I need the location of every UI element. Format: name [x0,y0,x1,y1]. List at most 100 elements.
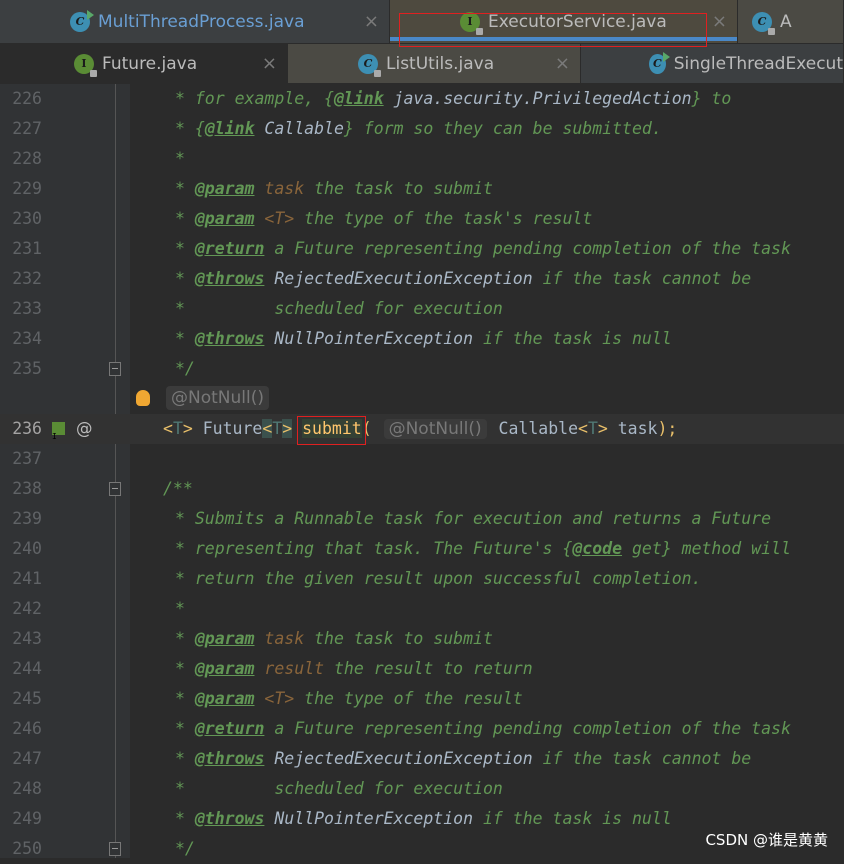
code-line: 233 * scheduled for execution [0,294,844,324]
code-text: * @param task the task to submit [175,624,493,654]
token: NullPointerException [264,809,474,828]
close-icon[interactable]: × [364,11,379,32]
line-number: 248 [12,779,42,798]
token: T [172,419,183,438]
watermark: CSDN @谁是黄黄 [705,831,828,849]
tab-multithreadprocess-java[interactable]: C MultiThreadProcess.java × [0,0,390,43]
token: /** [163,479,193,498]
token: * [175,239,195,258]
code-text: * @throws RejectedExecutionException if … [175,264,751,294]
line-number: 247 [12,749,42,768]
tab-label: MultiThreadProcess.java [98,11,305,32]
tab-label: A [780,11,792,32]
lightbulb-icon[interactable] [136,390,150,406]
line-number: 237 [12,449,42,468]
token: * return the given result upon successfu… [175,569,702,588]
code-line: 238 /** [0,474,844,504]
fold-marker-icon[interactable] [109,842,121,856]
lock-icon [768,27,775,35]
line-number: 245 [12,689,42,708]
token: the task to submit [304,629,493,648]
code-text: * scheduled for execution [175,294,503,324]
token: < [163,419,173,438]
tab-label: ListUtils.java [386,53,495,74]
class-run-icon: C [70,9,94,32]
code-text: * @param <T> the type of the task's resu… [175,204,592,234]
implemented-interface-gutter-icon[interactable]: I [52,422,65,441]
code-line: 231 * @return a Future representing pendi… [0,234,844,264]
token: Callable [254,119,344,138]
token: */ [175,359,195,378]
code-line: 239 * Submits a Runnable task for executi… [0,504,844,534]
token: the task to submit [304,179,493,198]
fold-marker-icon[interactable] [109,362,121,376]
token: * [175,689,195,708]
code-text: * @throws NullPointerException if the ta… [175,324,672,354]
token: task [254,179,305,198]
close-icon[interactable]: × [555,53,570,74]
token: T [272,419,283,438]
line-number: 230 [12,209,42,228]
token: * [175,809,195,828]
line-number: 234 [12,329,42,348]
code-text: * [175,144,185,174]
tab-future-java[interactable]: I Future.java × [0,44,288,83]
code-line: 240 * representing that task. The Future'… [0,534,844,564]
token: a Future representing pending completion… [264,239,791,258]
close-icon[interactable]: × [712,11,727,32]
tab-listutils-java[interactable]: C ListUtils.java × [288,44,581,83]
token: > [282,419,293,438]
fold-marker-icon[interactable] [109,482,121,496]
token: * [175,599,185,618]
tab-singlethreadexecut[interactable]: C SingleThreadExecut [581,44,844,83]
code-editor[interactable]: 226 * for example, {@link java.security.P… [0,84,844,858]
token: * [175,179,195,198]
code-text: * @return a Future representing pending … [175,234,791,264]
code-line: 230 * @param <T> the type of the task's r… [0,204,844,234]
code-line: 237 [0,444,844,474]
code-text: * [175,594,185,624]
code-line: 232 * @throws RejectedExecutionException … [0,264,844,294]
token: RejectedExecutionException [264,269,533,288]
token: * Submits a Runnable task for execution … [175,509,772,528]
token: * [175,329,195,348]
token: the result to return [324,659,533,678]
line-number: 243 [12,629,42,648]
token: * [175,749,195,768]
token: @code [572,539,623,558]
token: * [175,269,195,288]
token: * [175,719,195,738]
class-icon: C [358,53,381,77]
inlay-hint-notnull: @NotNull() [166,386,269,410]
code-text: * return the given result upon successfu… [175,564,702,594]
line-number: 227 [12,119,42,138]
code-text: * {@link Callable} form so they can be s… [175,114,662,144]
tab-a[interactable]: CA [738,0,844,43]
code-text: * @param result the result to return [175,654,533,684]
token: @return [194,239,265,258]
token: <T> [254,209,295,228]
code-line: 228 * [0,144,844,174]
token: Callable [488,419,578,438]
code-text: */ [175,834,195,864]
code-line: 248 * scheduled for execution [0,774,844,804]
token: */ [175,839,195,858]
code-text: /** [163,474,193,504]
run-icon [662,51,670,62]
annotation-gutter-icon[interactable]: @ [76,414,93,444]
token: @link [204,119,255,138]
code-line: 226 * for example, {@link java.security.P… [0,84,844,114]
tab-executorservice-java[interactable]: I ExecutorService.java × [390,0,738,43]
token: ; [667,419,678,438]
token: @NotNull() [383,419,487,439]
close-icon[interactable]: × [262,53,277,74]
token: } to [691,89,732,108]
token: @link [333,89,384,108]
token: T [587,419,598,438]
code-line: 227 * {@link Callable} form so they can b… [0,114,844,144]
tab-label: ExecutorService.java [488,11,667,32]
token: java.security.PrivilegedAction [383,89,692,108]
token: result [254,659,325,678]
code-text: <T> Future<T> submit( @NotNull() Callabl… [163,414,677,444]
